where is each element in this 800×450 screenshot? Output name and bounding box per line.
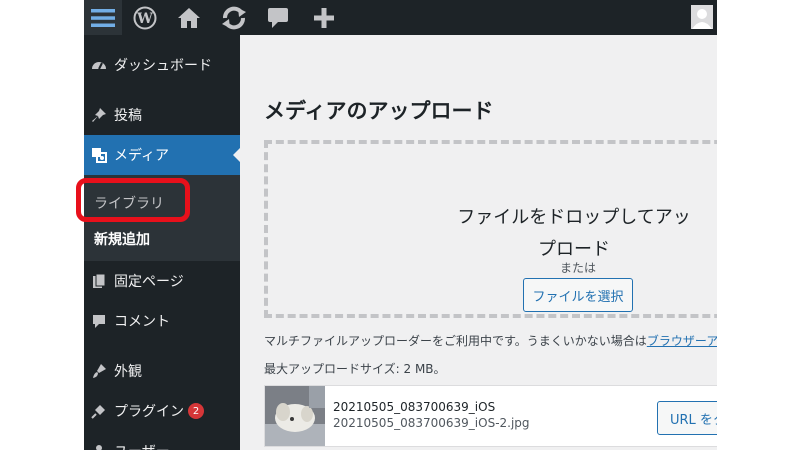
comment-icon xyxy=(268,7,288,28)
main-content: メディアのアップロード ファイルをドロップしてアップロード または ファイルを選… xyxy=(240,35,717,450)
sidebar-item-label: 投稿 xyxy=(114,108,142,124)
sidebar-item-comments[interactable]: コメント xyxy=(84,301,240,341)
uploader-info-text: マルチファイルアップローダーをご利用中です。うまくいかない場合は xyxy=(264,334,647,348)
drop-zone[interactable]: ファイルをドロップしてアップロード または ファイルを選択 xyxy=(264,140,717,318)
uploaded-media-item: 20210505_083700639_iOS 20210505_08370063… xyxy=(264,385,717,447)
sidebar-item-posts[interactable]: 投稿 xyxy=(84,95,240,135)
drop-instructions: ファイルをドロップしてアップロード xyxy=(457,207,691,260)
home-icon xyxy=(178,7,200,28)
active-indicator xyxy=(233,148,240,162)
updates-button[interactable] xyxy=(217,0,251,35)
home-button[interactable] xyxy=(174,0,204,35)
admin-sidebar: ダッシュボード 投稿 メディア ライブラリ 新規追加 固定ページ コメント 外観 xyxy=(84,35,240,450)
sidebar-item-users[interactable]: ユーザー xyxy=(84,431,240,450)
plus-icon xyxy=(314,7,334,28)
sidebar-item-label: ダッシュボード xyxy=(114,58,212,74)
sidebar-item-label: 外観 xyxy=(114,364,142,380)
uploader-info: マルチファイルアップローダーをご利用中です。うまくいかない場合はブラウザーアップ… xyxy=(264,332,717,349)
pages-icon xyxy=(86,273,112,289)
comments-button[interactable] xyxy=(264,0,292,35)
sidebar-item-label: メディア xyxy=(114,148,170,164)
admin-bar: W xyxy=(84,0,717,35)
brush-icon xyxy=(86,363,112,379)
max-upload-size: 最大アップロードサイズ: 2 MB。 xyxy=(264,362,446,376)
select-files-button[interactable]: ファイルを選択 xyxy=(523,278,633,312)
sidebar-item-media[interactable]: メディア xyxy=(84,135,240,175)
sidebar-item-label: ユーザー xyxy=(114,441,170,450)
wordpress-button[interactable]: W xyxy=(130,0,160,35)
update-icon xyxy=(222,6,246,29)
media-icon xyxy=(86,147,112,163)
media-title: 20210505_083700639_iOS xyxy=(333,400,496,414)
sidebar-item-label: コメント xyxy=(114,314,170,330)
media-thumbnail xyxy=(265,386,325,446)
dog-photo-icon xyxy=(265,386,325,446)
sidebar-item-label: 固定ページ xyxy=(114,274,184,290)
avatar[interactable] xyxy=(691,5,713,29)
menu-icon xyxy=(91,8,115,27)
page-title: メディアのアップロード xyxy=(264,99,494,123)
sidebar-item-appearance[interactable]: 外観 xyxy=(84,351,240,391)
comment-icon xyxy=(86,313,112,329)
wordpress-icon: W xyxy=(133,6,157,29)
sidebar-item-plugins[interactable]: プラグイン 2 xyxy=(84,391,240,431)
menu-toggle-button[interactable] xyxy=(84,0,122,35)
copy-url-button[interactable]: URL をク xyxy=(657,401,717,435)
sidebar-item-pages[interactable]: 固定ページ xyxy=(84,261,240,301)
submenu-item-add-new[interactable]: 新規追加 xyxy=(94,229,150,249)
media-filename: 20210505_083700639_iOS-2.jpg xyxy=(333,416,530,430)
users-icon xyxy=(86,443,112,450)
pin-icon xyxy=(86,107,112,123)
or-label: または xyxy=(559,261,596,275)
sidebar-item-dashboard[interactable]: ダッシュボード xyxy=(84,45,240,85)
dashboard-icon xyxy=(86,57,112,73)
user-icon xyxy=(691,5,713,29)
plugin-update-badge: 2 xyxy=(188,403,204,419)
highlight-annotation xyxy=(76,178,190,222)
plugin-icon xyxy=(86,403,112,419)
sidebar-item-label: プラグイン xyxy=(114,404,184,420)
svg-text:W: W xyxy=(136,11,153,27)
new-content-button[interactable] xyxy=(309,0,339,35)
browser-uploader-link[interactable]: ブラウザーアップロ xyxy=(647,334,717,348)
